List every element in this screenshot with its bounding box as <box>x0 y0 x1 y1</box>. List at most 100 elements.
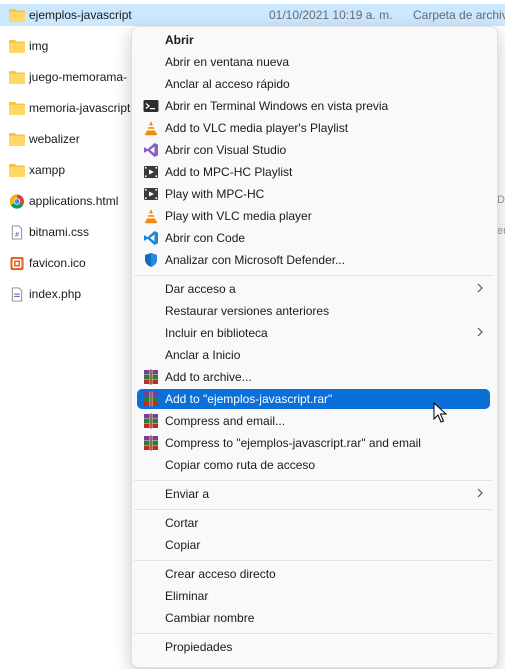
chrome-html-icon <box>9 194 25 209</box>
menu-separator <box>134 480 493 481</box>
menu-item-send-to[interactable]: Enviar a <box>137 484 490 504</box>
menu-item-label: Abrir con Visual Studio <box>165 143 287 157</box>
menu-separator <box>134 275 493 276</box>
menu-item-play-vlc[interactable]: Play with VLC media player <box>137 206 490 226</box>
menu-item-label: Abrir en ventana nueva <box>165 55 290 69</box>
mpc-hc-icon <box>144 166 158 178</box>
file-name: webalizer <box>29 132 80 146</box>
chevron-right-icon <box>477 488 483 498</box>
menu-item-pin-start[interactable]: Anclar a Inicio <box>137 345 490 365</box>
file-name: applications.html <box>29 194 119 208</box>
mouse-cursor-icon <box>433 402 447 423</box>
menu-item-open-code[interactable]: Abrir con Code <box>137 228 490 248</box>
menu-item-defender[interactable]: Analizar con Microsoft Defender... <box>137 250 490 270</box>
menu-item-label: Cambiar nombre <box>165 611 255 625</box>
menu-separator <box>134 560 493 561</box>
winrar-icon <box>144 435 158 451</box>
menu-item-give-access[interactable]: Dar acceso a <box>137 279 490 299</box>
chevron-right-icon <box>477 327 483 337</box>
menu-item-label: Dar acceso a <box>165 282 236 296</box>
file-name: index.php <box>29 287 82 301</box>
menu-item-cut[interactable]: Cortar <box>137 513 490 533</box>
menu-item-label: Abrir en Terminal Windows en vista previ… <box>165 99 389 113</box>
menu-item-label: Enviar a <box>165 487 210 501</box>
menu-item-open-terminal[interactable]: Abrir en Terminal Windows en vista previ… <box>137 96 490 116</box>
menu-item-label: Crear acceso directo <box>165 567 276 581</box>
file-name: img <box>29 39 49 53</box>
menu-item-label: Compress and email... <box>165 414 286 428</box>
menu-item-label: Add to "ejemplos-javascript.rar" <box>165 392 333 406</box>
menu-item-label: Analizar con Microsoft Defender... <box>165 253 346 267</box>
menu-item-label: Copiar como ruta de acceso <box>165 458 316 472</box>
file-row-ejemplos-javascript[interactable]: ejemplos-javascript 01/10/2021 10:19 a. … <box>0 4 505 26</box>
file-name: juego-memorama- <box>29 70 128 84</box>
menu-item-label: Add to MPC-HC Playlist <box>165 165 293 179</box>
winrar-icon <box>144 391 158 407</box>
folder-icon <box>9 133 25 146</box>
folder-icon <box>9 164 25 177</box>
column-peek-text: er <box>497 225 505 237</box>
vlc-icon <box>145 121 157 136</box>
visual-studio-icon <box>144 143 158 157</box>
winrar-icon <box>144 369 158 385</box>
menu-item-label: Play with MPC-HC <box>165 187 265 201</box>
menu-item-label: Cortar <box>165 516 199 530</box>
menu-item-label: Play with VLC media player <box>165 209 312 223</box>
menu-item-mpc-playlist[interactable]: Add to MPC-HC Playlist <box>137 162 490 182</box>
file-type: Carpeta de archivos <box>413 8 505 22</box>
menu-item-label: Restaurar versiones anteriores <box>165 304 330 318</box>
menu-item-properties[interactable]: Propiedades <box>137 637 490 657</box>
file-name: favicon.ico <box>29 256 86 270</box>
menu-item-label: Incluir en biblioteca <box>165 326 268 340</box>
menu-item-compress-rar-email[interactable]: Compress to "ejemplos-javascript.rar" an… <box>137 433 490 453</box>
chevron-right-icon <box>477 283 483 293</box>
menu-item-label: Add to VLC media player's Playlist <box>165 121 349 135</box>
menu-item-label: Anclar al acceso rápido <box>165 77 290 91</box>
vlc-icon <box>145 209 157 224</box>
vscode-icon <box>144 231 158 245</box>
mpc-hc-icon <box>144 188 158 200</box>
context-menu: Abrir Abrir en ventana nueva Anclar al a… <box>131 26 498 668</box>
css-file-icon: # <box>11 225 23 240</box>
menu-item-add-archive[interactable]: Add to archive... <box>137 367 490 387</box>
menu-item-label: Abrir <box>165 33 194 47</box>
menu-separator <box>134 633 493 634</box>
menu-item-label: Propiedades <box>165 640 233 654</box>
menu-item-open-visual-studio[interactable]: Abrir con Visual Studio <box>137 140 490 160</box>
menu-item-vlc-playlist[interactable]: Add to VLC media player's Playlist <box>137 118 490 138</box>
column-peek-text: Do <box>497 194 505 206</box>
menu-item-label: Anclar a Inicio <box>165 348 241 362</box>
folder-icon <box>9 71 25 84</box>
menu-item-open[interactable]: Abrir <box>137 30 490 50</box>
file-name: xampp <box>29 163 66 177</box>
menu-item-open-new-window[interactable]: Abrir en ventana nueva <box>137 52 490 72</box>
file-name: bitnami.css <box>29 225 90 239</box>
menu-item-label: Add to archive... <box>165 370 252 384</box>
file-name: memoria-javascript <box>29 101 131 115</box>
menu-item-label: Compress to "ejemplos-javascript.rar" an… <box>165 436 421 450</box>
menu-item-include-library[interactable]: Incluir en biblioteca <box>137 323 490 343</box>
menu-item-copy-path[interactable]: Copiar como ruta de acceso <box>137 455 490 475</box>
menu-item-copy[interactable]: Copiar <box>137 535 490 555</box>
ico-file-icon <box>10 256 24 271</box>
svg-text:#: # <box>14 230 20 238</box>
menu-item-play-mpc[interactable]: Play with MPC-HC <box>137 184 490 204</box>
menu-item-restore-versions[interactable]: Restaurar versiones anteriores <box>137 301 490 321</box>
folder-icon <box>9 40 25 53</box>
menu-item-label: Eliminar <box>165 589 209 603</box>
menu-item-pin-quick-access[interactable]: Anclar al acceso rápido <box>137 74 490 94</box>
folder-icon <box>9 9 25 22</box>
menu-item-create-shortcut[interactable]: Crear acceso directo <box>137 564 490 584</box>
terminal-icon <box>143 100 159 112</box>
folder-icon <box>9 102 25 115</box>
menu-item-delete[interactable]: Eliminar <box>137 586 490 606</box>
file-date: 01/10/2021 10:19 a. m. <box>269 8 393 22</box>
php-file-icon <box>11 287 23 302</box>
winrar-icon <box>144 413 158 429</box>
menu-separator <box>134 509 493 510</box>
file-name: ejemplos-javascript <box>29 8 132 22</box>
menu-item-label: Copiar <box>165 538 201 552</box>
menu-item-label: Abrir con Code <box>165 231 246 245</box>
defender-shield-icon <box>145 253 157 267</box>
menu-item-rename[interactable]: Cambiar nombre <box>137 608 490 628</box>
